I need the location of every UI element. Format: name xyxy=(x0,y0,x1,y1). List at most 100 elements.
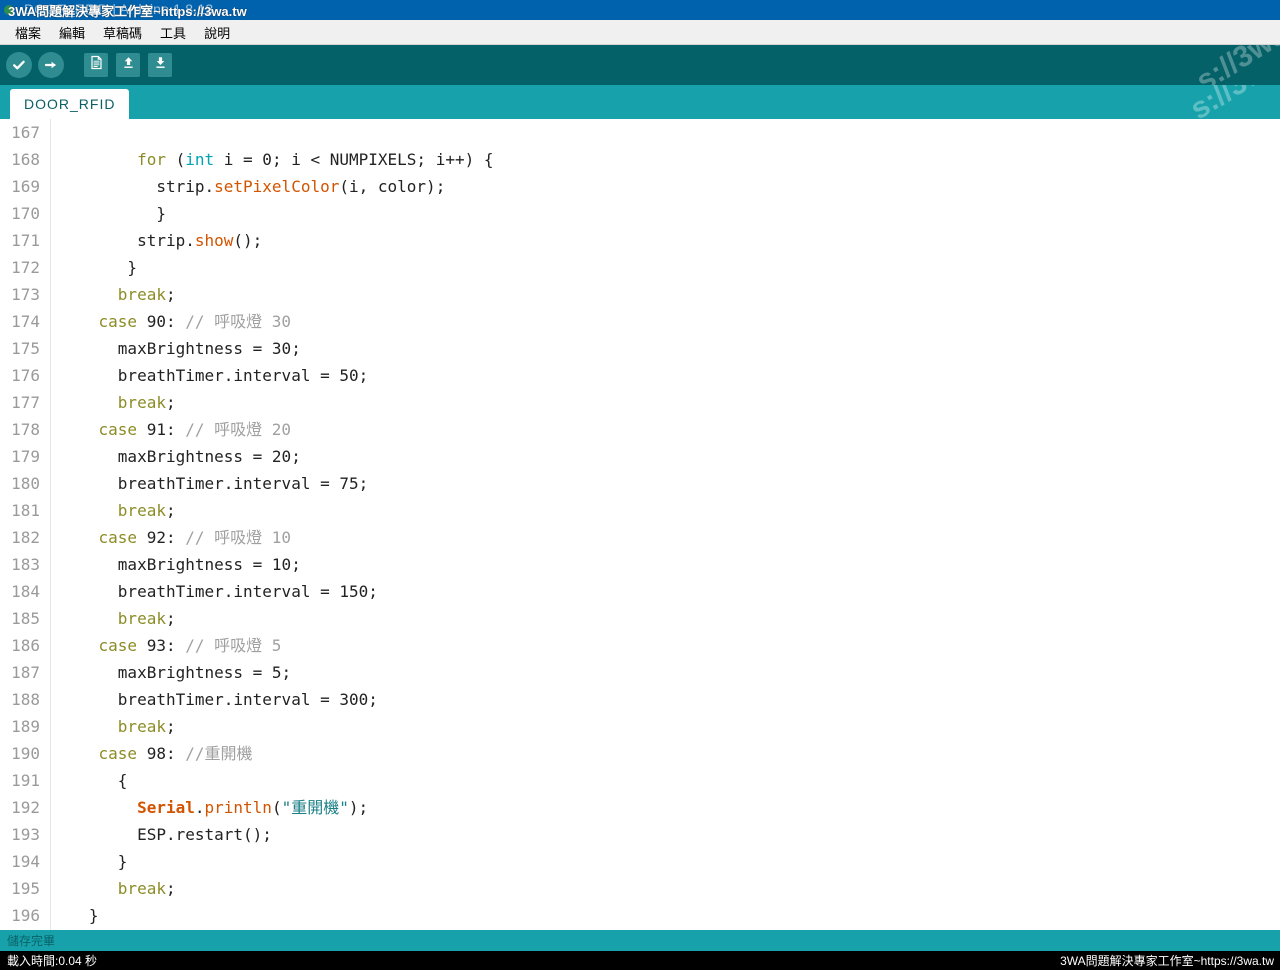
tab-bar: DOOR_RFID s://3wa xyxy=(0,85,1280,119)
code-lines[interactable]: 167 168 for (int i = 0; i < NUMPIXELS; i+… xyxy=(0,119,1280,929)
verify-button[interactable] xyxy=(6,52,32,78)
save-sketch-button[interactable] xyxy=(148,53,172,77)
code-line[interactable]: 194 } xyxy=(0,848,1280,875)
line-source[interactable]: break; xyxy=(49,875,176,902)
code-line[interactable]: 186 case 93: // 呼吸燈 5 xyxy=(0,632,1280,659)
code-line[interactable]: 171 strip.show(); xyxy=(0,227,1280,254)
new-sketch-button[interactable] xyxy=(84,53,108,77)
line-number: 180 xyxy=(11,474,40,493)
up-arrow-icon xyxy=(121,55,136,75)
line-source[interactable]: break; xyxy=(49,389,176,416)
line-source[interactable]: break; xyxy=(49,605,176,632)
menu-item-edit[interactable]: 編輯 xyxy=(52,21,92,44)
down-arrow-icon xyxy=(153,55,168,75)
line-source[interactable]: } xyxy=(49,902,99,929)
code-line[interactable]: 183 maxBrightness = 10; xyxy=(0,551,1280,578)
line-number: 193 xyxy=(11,825,40,844)
tab-door-rfid[interactable]: DOOR_RFID xyxy=(10,89,130,119)
code-line[interactable]: 189 break; xyxy=(0,713,1280,740)
line-source[interactable]: break; xyxy=(49,281,176,308)
line-source[interactable]: breathTimer.interval = 300; xyxy=(49,686,378,713)
line-source[interactable]: Serial.println("重開機"); xyxy=(49,794,368,821)
line-source[interactable]: maxBrightness = 20; xyxy=(49,443,301,470)
line-source[interactable]: case 93: // 呼吸燈 5 xyxy=(49,632,282,659)
line-source[interactable]: } xyxy=(49,254,137,281)
right-arrow-icon xyxy=(43,57,59,73)
open-sketch-button[interactable] xyxy=(116,53,140,77)
code-line[interactable]: 176 breathTimer.interval = 50; xyxy=(0,362,1280,389)
line-number: 174 xyxy=(11,312,40,331)
line-number: 186 xyxy=(11,636,40,655)
menu-item-file[interactable]: 檔案 xyxy=(8,21,48,44)
line-source[interactable]: case 92: // 呼吸燈 10 xyxy=(49,524,292,551)
code-line[interactable]: 190 case 98: //重開機 xyxy=(0,740,1280,767)
menu-item-help[interactable]: 說明 xyxy=(197,21,237,44)
line-source[interactable]: maxBrightness = 5; xyxy=(49,659,291,686)
line-number: 175 xyxy=(11,339,40,358)
code-line[interactable]: 180 breathTimer.interval = 75; xyxy=(0,470,1280,497)
code-line[interactable]: 167 xyxy=(0,119,1280,146)
line-source[interactable]: case 91: // 呼吸燈 20 xyxy=(49,416,292,443)
line-number: 183 xyxy=(11,555,40,574)
code-line[interactable]: 168 for (int i = 0; i < NUMPIXELS; i++) … xyxy=(0,146,1280,173)
line-number: 195 xyxy=(11,879,40,898)
line-source[interactable]: maxBrightness = 30; xyxy=(49,335,301,362)
code-line[interactable]: 195 break; xyxy=(0,875,1280,902)
code-line[interactable]: 182 case 92: // 呼吸燈 10 xyxy=(0,524,1280,551)
line-number: 168 xyxy=(11,150,40,169)
code-line[interactable]: 178 case 91: // 呼吸燈 20 xyxy=(0,416,1280,443)
line-source[interactable]: break; xyxy=(49,497,176,524)
code-line[interactable]: 193 ESP.restart(); xyxy=(0,821,1280,848)
line-source[interactable]: breathTimer.interval = 150; xyxy=(49,578,378,605)
line-source[interactable]: { xyxy=(49,767,128,794)
code-line[interactable]: 173 break; xyxy=(0,281,1280,308)
line-number: 176 xyxy=(11,366,40,385)
code-line[interactable]: 169 strip.setPixelColor(i, color); xyxy=(0,173,1280,200)
code-line[interactable]: 177 break; xyxy=(0,389,1280,416)
console-message: 載入時間:0.04 秒 xyxy=(7,954,98,968)
line-source[interactable]: maxBrightness = 10; xyxy=(49,551,301,578)
line-number: 196 xyxy=(11,906,40,925)
toolbar-watermark: s://3wa xyxy=(1191,45,1280,85)
code-line[interactable]: 188 breathTimer.interval = 300; xyxy=(0,686,1280,713)
code-line[interactable]: 172 } xyxy=(0,254,1280,281)
code-line[interactable]: 170 } xyxy=(0,200,1280,227)
line-number: 170 xyxy=(11,204,40,223)
toolbar: s://3wa xyxy=(0,45,1280,85)
code-editor[interactable]: 167 168 for (int i = 0; i < NUMPIXELS; i+… xyxy=(0,119,1280,930)
line-number: 191 xyxy=(11,771,40,790)
line-number: 185 xyxy=(11,609,40,628)
line-source[interactable]: case 90: // 呼吸燈 30 xyxy=(49,308,292,335)
code-line[interactable]: 179 maxBrightness = 20; xyxy=(0,443,1280,470)
code-line[interactable]: 184 breathTimer.interval = 150; xyxy=(0,578,1280,605)
line-source[interactable]: for (int i = 0; i < NUMPIXELS; i++) { xyxy=(49,146,493,173)
code-line[interactable]: 196 } xyxy=(0,902,1280,929)
code-line[interactable]: 191 { xyxy=(0,767,1280,794)
line-source[interactable]: case 98: //重開機 xyxy=(49,740,253,767)
line-source[interactable]: breathTimer.interval = 75; xyxy=(49,470,368,497)
line-number: 173 xyxy=(11,285,40,304)
code-line[interactable]: 174 case 90: // 呼吸燈 30 xyxy=(0,308,1280,335)
line-source[interactable]: break; xyxy=(49,713,176,740)
line-source[interactable]: breathTimer.interval = 50; xyxy=(49,362,368,389)
line-number: 187 xyxy=(11,663,40,682)
line-source[interactable]: strip.show(); xyxy=(49,227,262,254)
line-source[interactable]: } xyxy=(49,200,166,227)
line-source[interactable]: ESP.restart(); xyxy=(49,821,272,848)
code-line[interactable]: 187 maxBrightness = 5; xyxy=(0,659,1280,686)
code-line[interactable]: 181 break; xyxy=(0,497,1280,524)
document-icon xyxy=(89,55,104,75)
line-number: 171 xyxy=(11,231,40,250)
code-line[interactable]: 192 Serial.println("重開機"); xyxy=(0,794,1280,821)
menu-item-tools[interactable]: 工具 xyxy=(153,21,193,44)
line-source[interactable]: } xyxy=(49,848,128,875)
line-source[interactable]: strip.setPixelColor(i, color); xyxy=(49,173,445,200)
title-watermark: 3WA問題解決專家工作室~https://3wa.tw xyxy=(8,4,247,19)
code-line[interactable]: 185 break; xyxy=(0,605,1280,632)
title-bar: DOOR_RFID | Arduino 1.8.13 3WA問題解決專家工作室~… xyxy=(0,0,1280,20)
menu-bar: 檔案 編輯 草稿碼 工具 說明 xyxy=(0,20,1280,45)
code-line[interactable]: 175 maxBrightness = 30; xyxy=(0,335,1280,362)
menu-item-sketch[interactable]: 草稿碼 xyxy=(96,21,149,44)
upload-button[interactable] xyxy=(38,52,64,78)
line-number: 178 xyxy=(11,420,40,439)
